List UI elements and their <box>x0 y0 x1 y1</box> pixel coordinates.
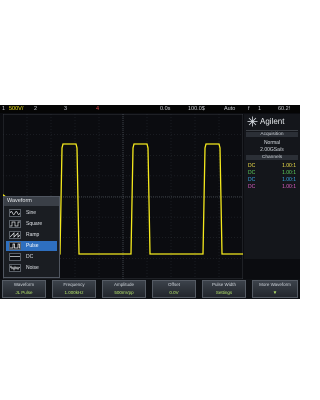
softkey-value: 1.000kHz <box>64 290 84 295</box>
menu-item-label: Square <box>26 221 43 227</box>
channel-coupling: DC <box>248 184 256 190</box>
softkey-value: JL Pulse <box>15 290 33 295</box>
ch4-indicator[interactable]: 4 <box>96 105 99 113</box>
square-wave-icon <box>9 220 21 228</box>
time-delay[interactable]: 0.0s <box>160 105 170 113</box>
agilent-spark-icon <box>247 116 258 127</box>
menu-item-label: Ramp <box>26 232 40 238</box>
menu-item-label: Noise <box>26 265 39 271</box>
channel-3-row: DC 1.00:1 <box>246 177 298 184</box>
softkey-title: Frequency <box>63 282 85 287</box>
acquisition-heading: Acquisition <box>246 132 298 137</box>
channel-coupling: DC <box>248 163 256 169</box>
softkey-title: More Waveform <box>259 282 291 287</box>
softkey-offset[interactable]: Offset 0.0V <box>152 280 196 298</box>
sample-rate: 2.00GSa/s <box>260 147 284 153</box>
ch2-indicator[interactable]: 2 <box>34 105 37 113</box>
softkey-waveform[interactable]: Waveform JL Pulse <box>2 280 46 298</box>
side-panel: Agilent Acquisition Normal 2.00GSa/s Cha… <box>244 114 300 259</box>
menu-item-label: Pulse <box>26 243 39 249</box>
brand-name: Agilent <box>260 117 285 126</box>
menu-item-ramp[interactable]: Ramp <box>6 230 57 240</box>
probe-ratio: 1.00:1 <box>282 184 296 190</box>
time-scale[interactable]: 100.0$ <box>188 105 205 113</box>
menu-item-pulse[interactable]: Pulse <box>6 241 57 251</box>
status-bar: 1 500V/ 2 3 4 0.0s 100.0$ Auto f 1 60.2! <box>0 105 300 113</box>
pulse-wave-icon <box>9 242 21 250</box>
softkey-bar: Waveform JL Pulse Frequency 1.000kHz Amp… <box>0 279 300 299</box>
waveform-menu-title: Waveform <box>4 197 59 206</box>
menu-item-sine[interactable]: Sine <box>6 208 57 218</box>
channel-coupling: DC <box>248 170 256 176</box>
softkey-title: Offset <box>168 282 180 287</box>
channel-2-row: DC 1.00:1 <box>246 170 298 177</box>
oscilloscope-screen: 1 500V/ 2 3 4 0.0s 100.0$ Auto f 1 60.2! <box>0 105 300 299</box>
softkey-title: Pulse Width <box>211 282 236 287</box>
menu-item-dc[interactable]: DC <box>6 252 57 262</box>
channels-heading: Channels <box>246 155 298 160</box>
ramp-wave-icon <box>9 231 21 239</box>
softkey-pulse-width[interactable]: Pulse Width Settings <box>202 280 246 298</box>
softkey-more[interactable]: More Waveform ▼ <box>252 280 298 298</box>
divider <box>246 130 298 131</box>
trigger-mode[interactable]: Auto <box>224 105 235 113</box>
channel-1-row: DC 1.00:1 <box>246 163 298 170</box>
menu-item-label: Sine <box>26 210 37 216</box>
softkey-amplitude[interactable]: Amplitude 500mVpp <box>102 280 146 298</box>
softkey-value: 0.0V <box>169 290 179 295</box>
menu-item-square[interactable]: Square <box>6 219 57 229</box>
agilent-logo: Agilent <box>247 116 297 128</box>
channel-4-row: DC 1.00:1 <box>246 184 298 191</box>
softkey-value: Settings <box>215 290 233 295</box>
probe-ratio: 1.00:1 <box>282 170 296 176</box>
dc-wave-icon <box>9 253 21 261</box>
probe-ratio: 1.00:1 <box>282 163 296 169</box>
trigger-edge-icon: f <box>248 106 250 112</box>
waveform-menu: Waveform Sine Square Ramp Pulse DC Noise <box>3 196 60 278</box>
ch3-indicator[interactable]: 3 <box>64 105 67 113</box>
trigger-level[interactable]: 60.2! <box>278 105 290 113</box>
softkey-title: Waveform <box>13 282 35 287</box>
acquisition-mode: Normal <box>263 140 281 146</box>
trigger-channel: 1 <box>258 106 262 112</box>
channel-coupling: DC <box>248 177 256 183</box>
ch1-indicator[interactable]: 1 <box>2 105 5 113</box>
ch1-scale[interactable]: 500V/ <box>9 105 23 113</box>
sine-wave-icon <box>9 209 21 217</box>
noise-wave-icon <box>9 264 21 272</box>
softkey-title: Amplitude <box>113 282 134 287</box>
softkey-value: 500mVpp <box>114 290 134 295</box>
menu-item-noise[interactable]: Noise <box>6 263 57 273</box>
probe-ratio: 1.00:1 <box>282 177 296 183</box>
softkey-frequency[interactable]: Frequency 1.000kHz <box>52 280 96 298</box>
more-arrow-icon: ▼ <box>272 290 278 295</box>
menu-item-label: DC <box>26 254 34 260</box>
